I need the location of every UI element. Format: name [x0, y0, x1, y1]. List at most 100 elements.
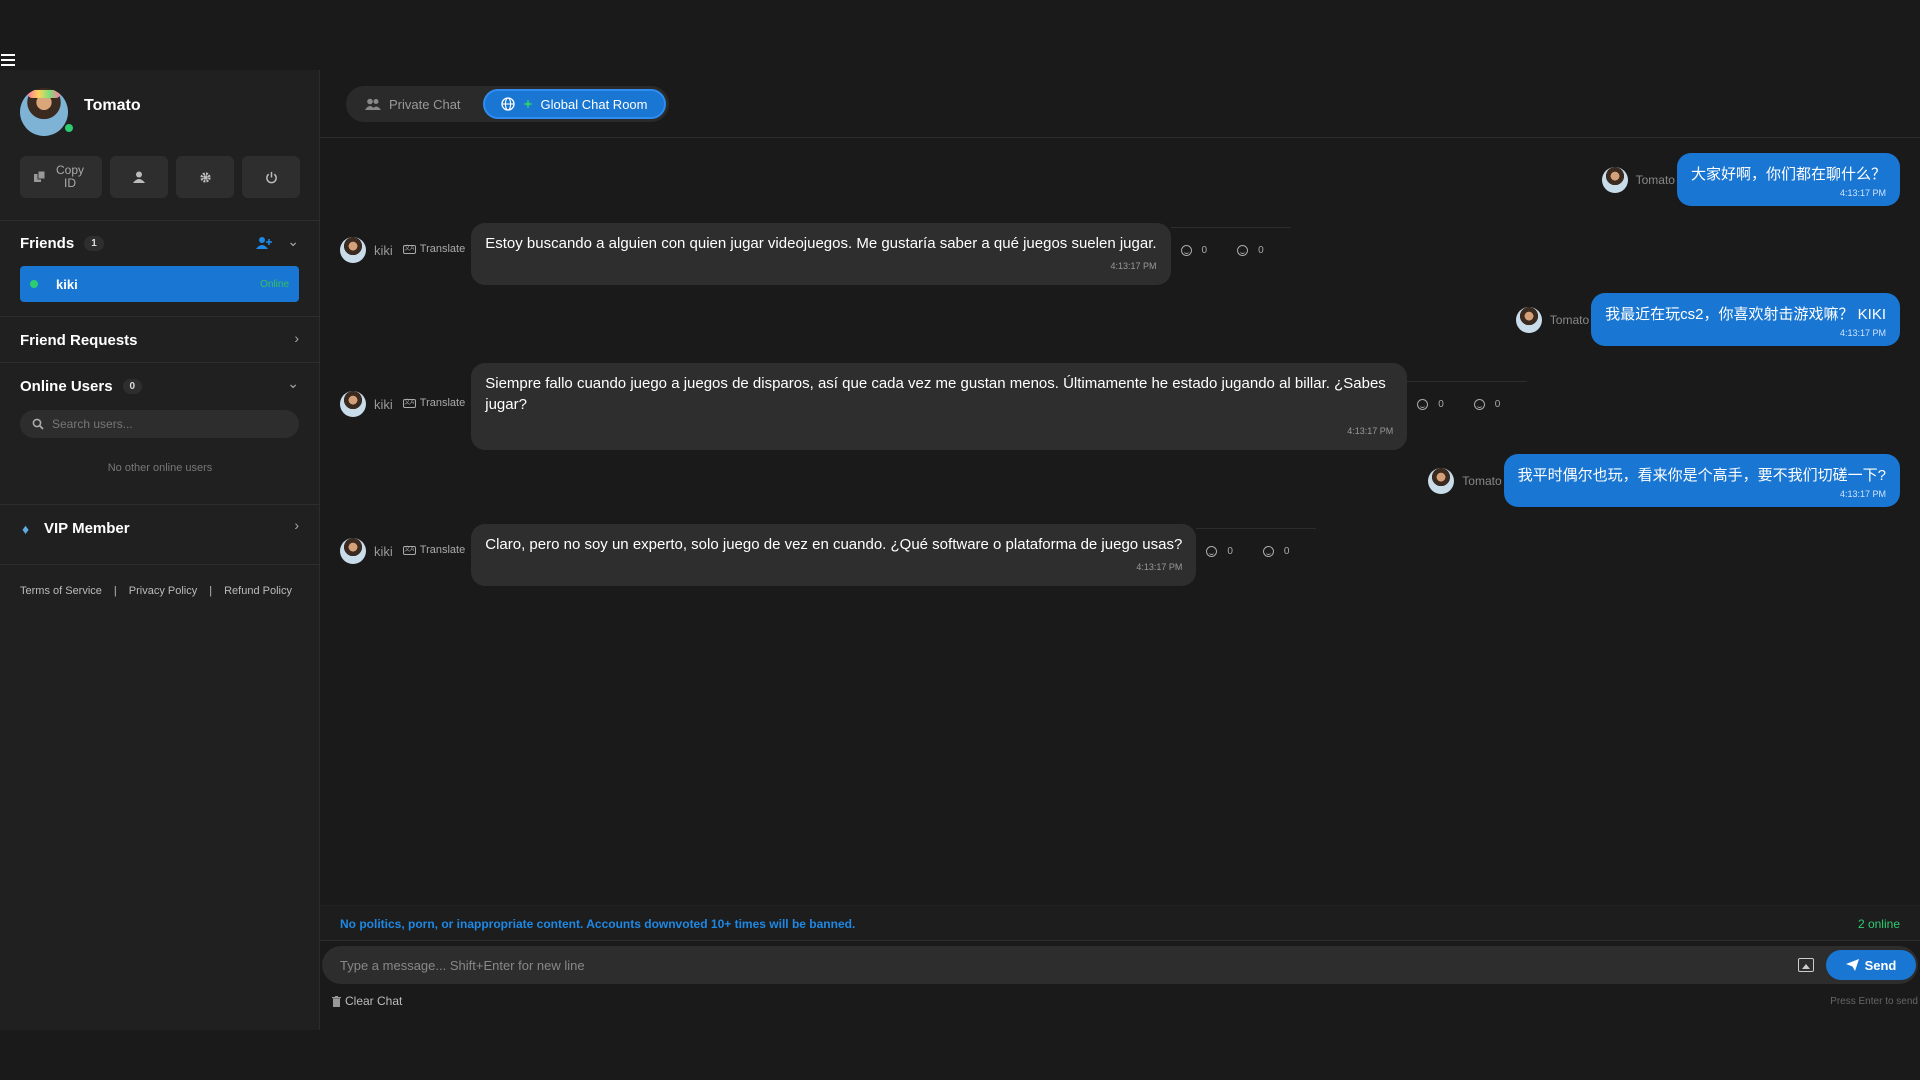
user-search[interactable] [20, 410, 299, 438]
friend-online-dot [30, 280, 38, 288]
message-sender: Tomato [1601, 167, 1675, 193]
message-sender: kiki [340, 391, 393, 417]
refund-link[interactable]: Refund Policy [224, 585, 292, 597]
message-outgoing: Tomato 我平时偶尔也玩，看来你是个高手，要不我们切磋一下? 4:13:17… [1428, 454, 1900, 507]
message-time: 4:13:17 PM [1839, 188, 1886, 198]
sidebar: Tomato Copy ID Friends 1 ⌄ kiki Online F… [0, 70, 320, 1030]
downvote-button[interactable]: 0 [1237, 245, 1264, 256]
smile-icon [1417, 399, 1429, 410]
vip-member-link[interactable]: ♦ VIP Member [22, 520, 130, 537]
friends-header[interactable]: Friends 1 [20, 235, 104, 252]
friend-requests-header[interactable]: Friend Requests [20, 332, 138, 349]
downvote-button[interactable]: 0 [1262, 546, 1290, 557]
paper-plane-icon [1845, 959, 1859, 971]
users-icon [365, 98, 381, 110]
tab-private-chat-label: Private Chat [389, 96, 461, 112]
message-bubble: Siempre fallo cuando juego a juegos de d… [471, 363, 1408, 450]
send-button[interactable]: Send [1826, 950, 1916, 980]
message-input[interactable] [322, 957, 1798, 973]
divider [0, 316, 320, 317]
downvote-count: 0 [1258, 245, 1264, 256]
message-composer: Send [322, 946, 1918, 984]
copy-icon [34, 171, 46, 182]
profile-avatar[interactable] [20, 88, 68, 136]
translate-label: Translate [419, 544, 466, 556]
message-bubble: Estoy buscando a alguien con quien jugar… [471, 223, 1171, 285]
message-bubble: 我平时偶尔也玩，看来你是个高手，要不我们切磋一下? 4:13:17 PM [1503, 454, 1900, 507]
avatar[interactable] [340, 237, 366, 263]
message-bubble: 我最近在玩cs2，你喜欢射击游戏嘛？ KIKI 4:13:17 PM [1591, 293, 1900, 346]
privacy-link[interactable]: Privacy Policy [129, 585, 197, 597]
message-text: 大家好啊，你们都在聊什么？ [1690, 166, 1886, 183]
downvote-count: 0 [1283, 546, 1290, 557]
profile-button[interactable] [110, 156, 168, 198]
hamburger-menu-icon[interactable] [0, 52, 16, 68]
message-text: 我平时偶尔也玩，看来你是个高手，要不我们切磋一下? [1517, 467, 1886, 484]
avatar[interactable] [340, 391, 366, 417]
friend-item-kiki[interactable]: kiki Online [20, 266, 299, 302]
online-users-count-badge: 0 [122, 379, 143, 394]
avatar[interactable] [1515, 307, 1542, 333]
friends-collapse-chevron-icon[interactable]: ⌄ [287, 233, 299, 250]
avatar[interactable] [340, 538, 366, 564]
translate-button[interactable]: 文A Translate [402, 397, 465, 409]
upvote-button[interactable]: 0 [1206, 546, 1233, 557]
rules-bar: No politics, porn, or inappropriate cont… [320, 905, 1920, 941]
terms-link[interactable]: Terms of Service [20, 585, 102, 597]
downvote-button[interactable]: 0 [1473, 399, 1501, 410]
friend-name: kiki [56, 276, 78, 292]
clear-chat-button[interactable]: Clear Chat [332, 994, 402, 1008]
upvote-button[interactable]: 0 [1180, 245, 1208, 256]
user-search-input[interactable] [52, 417, 272, 431]
online-status-dot [65, 124, 73, 132]
settings-button[interactable] [176, 156, 234, 198]
frown-icon [1473, 399, 1485, 410]
message-time: 4:13:17 PM [1110, 261, 1157, 271]
separator: | [113, 585, 117, 597]
diamond-icon: ♦ [22, 520, 30, 537]
copy-id-button[interactable]: Copy ID [20, 156, 102, 198]
online-count: 2 online [1857, 917, 1900, 931]
friend-requests-chevron-right-icon[interactable]: › [294, 330, 299, 346]
message-outgoing: Tomato 大家好啊，你们都在聊什么？ 4:13:17 PM [1601, 153, 1900, 206]
sender-name: Tomato [1635, 173, 1675, 187]
message-sender: Tomato [1428, 468, 1502, 494]
sender-name: Tomato [1549, 313, 1590, 327]
profile-name: Tomato [84, 97, 141, 114]
send-label: Send [1864, 957, 1897, 973]
avatar[interactable] [1601, 167, 1628, 193]
online-users-title: Online Users [20, 378, 113, 395]
search-icon [32, 418, 44, 430]
divider [0, 220, 320, 221]
message-text: Claro, pero no soy un experto, solo jueg… [485, 536, 1183, 553]
chat-tabs-bar: Private Chat Global Chat Room [320, 70, 1920, 138]
tab-global-chat-room[interactable]: Global Chat Room [482, 89, 666, 119]
vip-member-title: VIP Member [44, 520, 130, 537]
translate-button[interactable]: 文A Translate [402, 243, 466, 255]
tab-global-chat-room-label: Global Chat Room [540, 96, 648, 112]
online-users-collapse-chevron-icon[interactable]: ⌄ [287, 375, 299, 392]
tab-private-chat[interactable]: Private Chat [349, 89, 477, 119]
friends-title: Friends [20, 235, 75, 252]
message-incoming: kiki 文A Translate Claro, pero no soy un … [340, 524, 1317, 586]
upvote-count: 0 [1201, 245, 1208, 256]
message-bubble: 大家好啊，你们都在聊什么？ 4:13:17 PM [1676, 153, 1900, 206]
frown-icon [1237, 245, 1249, 256]
message-sender: Tomato [1515, 307, 1590, 333]
add-friend-icon[interactable] [256, 236, 272, 250]
avatar[interactable] [1428, 468, 1455, 494]
logout-button[interactable] [242, 156, 300, 198]
message-text: Estoy buscando a alguien con quien jugar… [485, 235, 1157, 252]
translate-icon: 文A [402, 398, 416, 408]
message-time: 4:13:17 PM [1347, 426, 1394, 436]
vip-chevron-right-icon[interactable]: › [294, 517, 299, 533]
clear-chat-label: Clear Chat [345, 994, 403, 1008]
online-users-header[interactable]: Online Users 0 [20, 378, 143, 395]
translate-button[interactable]: 文A Translate [402, 544, 466, 556]
divider [0, 564, 320, 565]
send-hint: Press Enter to send [1830, 996, 1918, 1007]
downvote-count: 0 [1494, 399, 1501, 410]
image-upload-icon[interactable] [1798, 958, 1814, 972]
translate-label: Translate [419, 243, 466, 255]
upvote-button[interactable]: 0 [1417, 399, 1444, 410]
